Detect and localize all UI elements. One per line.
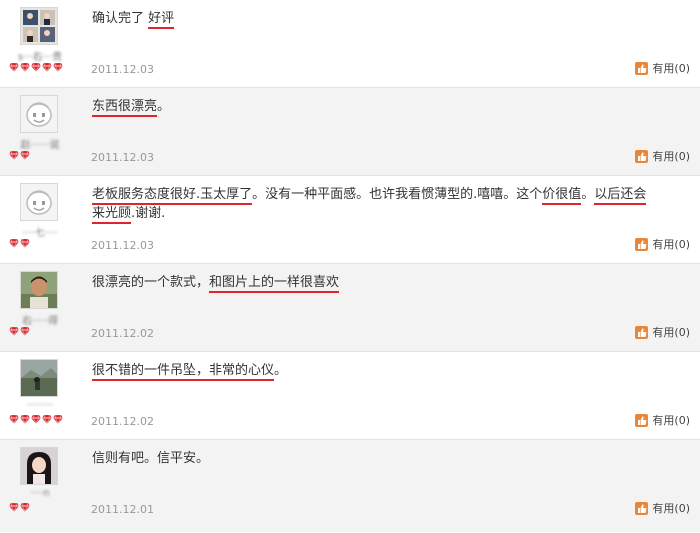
rank-gem-icon — [20, 62, 30, 72]
review-date: 2011.12.02 — [91, 327, 154, 340]
rank-gem-icon — [20, 238, 30, 248]
review-text: 确认完了 好评 — [92, 9, 652, 29]
rank-gem-icon — [9, 62, 19, 72]
user-rank — [9, 62, 63, 72]
avatar[interactable] — [20, 359, 58, 397]
highlighted-phrase: 东西很漂亮 — [92, 99, 158, 117]
review-row: 右·····得 很漂亮的一个款式，和图片上的一样很喜欢 2011.12.02 有用(0… — [0, 264, 700, 352]
user-rank — [9, 150, 30, 160]
useful-button[interactable]: 有用(0) — [635, 500, 690, 516]
review-row: 赵······说 东西很漂亮。 2011.12.03 有用(0) — [0, 88, 700, 176]
avatar[interactable] — [20, 447, 58, 485]
rank-gem-icon — [31, 414, 41, 424]
review-text: 东西很漂亮。 — [92, 97, 652, 117]
avatar[interactable] — [20, 183, 58, 221]
review-text-segment: 信则有吧。信平安。 — [92, 451, 210, 466]
review-text: 信则有吧。信平安。 — [92, 449, 652, 468]
rank-gem-icon — [31, 62, 41, 72]
thumbs-up-icon[interactable] — [635, 61, 649, 75]
rank-gem-icon — [20, 150, 30, 160]
username[interactable]: ····n — [14, 488, 66, 501]
review-text-segment: 。没有一种平面感。也许我看惯薄型的.嘻嘻。这个 — [252, 187, 543, 202]
avatar[interactable] — [20, 271, 58, 309]
rank-gem-icon — [53, 414, 63, 424]
review-text-segment: 。 — [581, 187, 595, 202]
review-row: ········ 很不错的一件吊坠，非常的心仪。 2011.12.02 有用(0) — [0, 352, 700, 440]
highlighted-phrase: 和图片上的一样很喜欢 — [209, 275, 340, 293]
rank-gem-icon — [9, 238, 19, 248]
rank-gem-icon — [9, 326, 19, 336]
highlighted-phrase: 老板服务态度很好.玉太厚了 — [92, 187, 253, 205]
rank-gem-icon — [42, 414, 52, 424]
useful-label[interactable]: 有用(0) — [652, 324, 690, 340]
thumbs-up-icon[interactable] — [635, 501, 649, 515]
rank-gem-icon — [9, 150, 19, 160]
review-text-segment: 很漂亮的一个款式， — [92, 275, 210, 290]
highlighted-phrase: 价很值 — [542, 187, 582, 205]
username[interactable]: ········ — [14, 400, 66, 413]
useful-button[interactable]: 有用(0) — [635, 324, 690, 340]
user-rank — [9, 238, 30, 248]
review-text-segment: 。 — [274, 363, 288, 378]
avatar[interactable] — [20, 7, 58, 45]
review-text: 老板服务态度很好.玉太厚了。没有一种平面感。也许我看惯薄型的.嘻嘻。这个价很值。… — [92, 185, 652, 224]
username[interactable]: s···右···贵 — [14, 48, 66, 61]
review-date: 2011.12.03 — [91, 151, 154, 164]
review-text-segment: 。 — [157, 99, 171, 114]
user-rank — [9, 326, 30, 336]
review-text-segment: 确认完了 — [92, 11, 149, 26]
rank-gem-icon — [9, 414, 19, 424]
review-row: s···右···贵 确认完了 好评 2011.12.03 有用(0) — [0, 0, 700, 88]
useful-label[interactable]: 有用(0) — [652, 236, 690, 252]
thumbs-up-icon[interactable] — [635, 325, 649, 339]
review-text-segment: .谢谢. — [131, 206, 166, 221]
rank-gem-icon — [42, 62, 52, 72]
review-row: ····n 信则有吧。信平安。 2011.12.01 有用(0) — [0, 440, 700, 532]
rank-gem-icon — [20, 414, 30, 424]
useful-button[interactable]: 有用(0) — [635, 236, 690, 252]
review-text: 很漂亮的一个款式，和图片上的一样很喜欢 — [92, 273, 652, 293]
rank-gem-icon — [9, 502, 19, 512]
review-date: 2011.12.03 — [91, 63, 154, 76]
username[interactable]: ····七···· — [14, 224, 66, 237]
rank-gem-icon — [20, 502, 30, 512]
review-text: 很不错的一件吊坠，非常的心仪。 — [92, 361, 652, 381]
username[interactable]: 赵······说 — [14, 136, 66, 149]
useful-label[interactable]: 有用(0) — [652, 412, 690, 428]
thumbs-up-icon[interactable] — [635, 413, 649, 427]
review-row: ····七···· 老板服务态度很好.玉太厚了。没有一种平面感。也许我看惯薄型的.… — [0, 176, 700, 264]
useful-label[interactable]: 有用(0) — [652, 148, 690, 164]
user-rank — [9, 414, 63, 424]
review-date: 2011.12.02 — [91, 415, 154, 428]
thumbs-up-icon[interactable] — [635, 149, 649, 163]
useful-button[interactable]: 有用(0) — [635, 148, 690, 164]
review-date: 2011.12.03 — [91, 239, 154, 252]
review-date: 2011.12.01 — [91, 503, 154, 516]
review-list: s···右···贵 确认完了 好评 2011.12.03 有用(0) 赵······说 东… — [0, 0, 700, 532]
thumbs-up-icon[interactable] — [635, 237, 649, 251]
useful-button[interactable]: 有用(0) — [635, 412, 690, 428]
useful-button[interactable]: 有用(0) — [635, 60, 690, 76]
highlighted-phrase: 很不错的一件吊坠，非常的心仪 — [92, 363, 275, 381]
useful-label[interactable]: 有用(0) — [652, 500, 690, 516]
rank-gem-icon — [53, 62, 63, 72]
rank-gem-icon — [20, 326, 30, 336]
useful-label[interactable]: 有用(0) — [652, 60, 690, 76]
avatar[interactable] — [20, 95, 58, 133]
highlighted-phrase: 好评 — [148, 11, 175, 29]
username[interactable]: 右·····得 — [14, 312, 66, 325]
user-rank — [9, 502, 30, 512]
